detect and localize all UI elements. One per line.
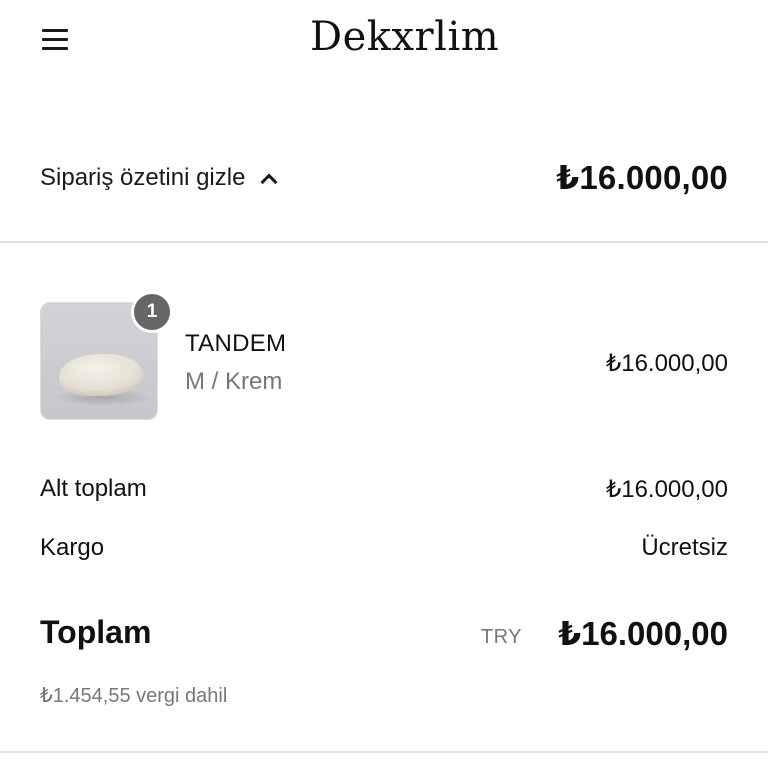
divider (0, 751, 768, 753)
subtotal-label: Alt toplam (40, 475, 147, 502)
total-row: Toplam TRY ₺16.000,00 (40, 612, 728, 662)
chevron-up-icon (260, 173, 278, 191)
product-price: ₺16.000,00 (605, 350, 728, 377)
hamburger-menu-icon[interactable] (42, 29, 68, 51)
hide-order-summary-button[interactable]: Sipariş özetini gizle (40, 160, 278, 196)
hide-order-summary-label: Sipariş özetini gizle (40, 164, 246, 191)
subtotal-value: ₺16.000,00 (605, 476, 728, 503)
store-logo[interactable]: Dekxrlim (310, 12, 500, 62)
total-amount: ₺16.000,00 (558, 615, 728, 652)
tax-included-note: ₺1.454,55 vergi dahil (40, 685, 228, 707)
currency-code: TRY (480, 626, 522, 648)
summary-total-price: ₺16.000,00 (556, 159, 728, 196)
checkout-order-summary: Dekxrlim Sipariş özetini gizle ₺16.000,0… (0, 0, 768, 768)
quantity-badge: 1 (131, 291, 173, 333)
total-label: Toplam (40, 614, 152, 650)
order-summary-toggle: Sipariş özetini gizle ₺16.000,00 (0, 140, 768, 220)
divider (0, 241, 768, 243)
product-name: TANDEM (185, 330, 287, 357)
shipping-value: Ücretsiz (641, 534, 728, 561)
line-item: 1 TANDEM M / Krem ₺16.000,00 (40, 291, 728, 422)
product-variant: M / Krem (185, 368, 283, 395)
shipping-label: Kargo (40, 534, 105, 561)
header: Dekxrlim (0, 0, 768, 80)
product-thumbnail: 1 (40, 291, 173, 420)
